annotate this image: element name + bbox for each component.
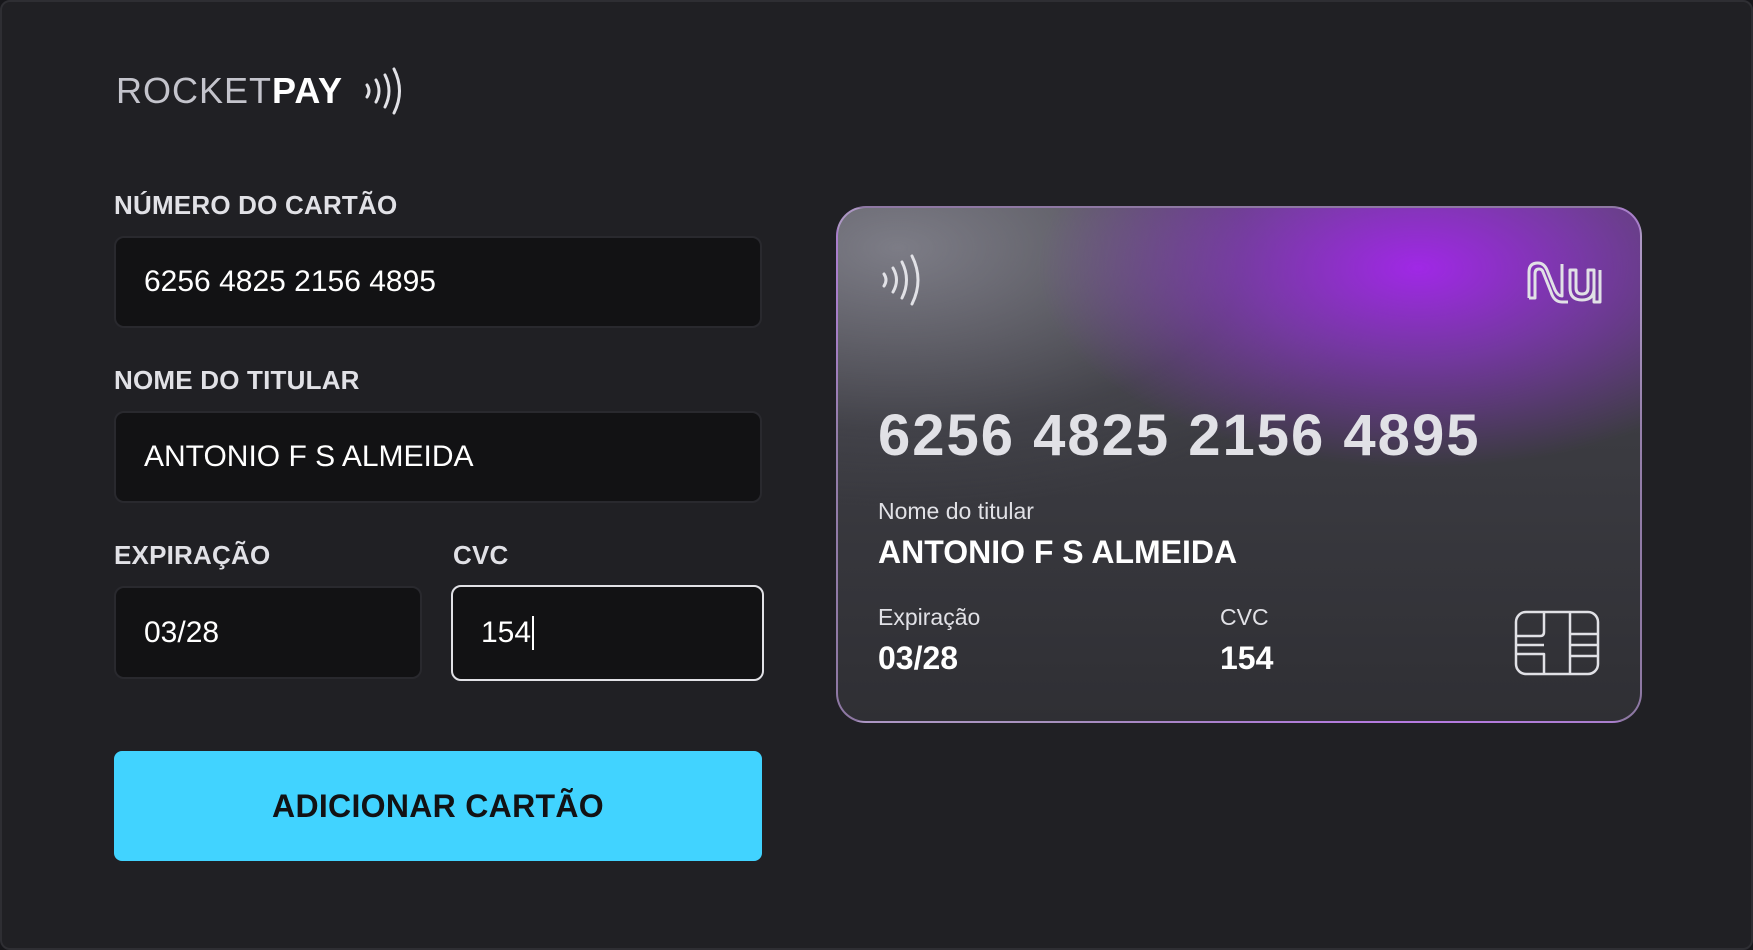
logo-pay-text: PAY xyxy=(272,70,344,111)
card-preview-number: 6256 4825 2156 4895 xyxy=(878,403,1481,468)
card-expiration-caption: Expiração xyxy=(878,604,981,630)
cvc-input[interactable]: 154 xyxy=(451,585,764,681)
holder-name-value: ANTONIO F S ALMEIDA xyxy=(144,440,474,473)
card-chip-icon xyxy=(1514,610,1600,676)
nubank-logo-icon xyxy=(1527,261,1602,304)
card-number-input[interactable]: 6256 4825 2156 4895 xyxy=(114,236,762,328)
expiration-value: 03/28 xyxy=(144,615,220,649)
add-card-button[interactable]: ADICIONAR CARTÃO xyxy=(114,751,762,861)
cvc-label: CVC xyxy=(453,540,509,570)
card-preview: 6256 4825 2156 4895 Nome do titular ANTO… xyxy=(836,206,1642,723)
card-expiration-value: 03/28 xyxy=(878,640,959,676)
text-caret xyxy=(532,616,535,650)
expiration-label: EXPIRAÇÃO xyxy=(114,540,271,570)
holder-name-input[interactable]: ANTONIO F S ALMEIDA xyxy=(114,411,762,503)
rocketpay-logo: ROCKET PAY xyxy=(116,66,405,116)
app-window: ROCKET PAY NÚMERO DO CARTÃO 6256 4825 215… xyxy=(0,0,1753,950)
card-cvc-caption: CVC xyxy=(1220,604,1269,630)
card-number-value: 6256 4825 2156 4895 xyxy=(144,265,436,298)
card-holder-caption: Nome do titular xyxy=(878,498,1034,524)
card-holder-name: ANTONIO F S ALMEIDA xyxy=(878,534,1238,570)
holder-name-label: NOME DO TITULAR xyxy=(114,365,360,395)
cvc-value: 154 xyxy=(481,616,532,649)
expiration-input[interactable]: 03/28 xyxy=(114,586,422,679)
card-contactless-icon xyxy=(882,254,920,306)
card-cvc-value: 154 xyxy=(1220,640,1274,676)
contactless-icon xyxy=(365,67,402,115)
logo-rocket-text: ROCKET xyxy=(116,70,273,111)
card-number-label: NÚMERO DO CARTÃO xyxy=(114,190,398,220)
